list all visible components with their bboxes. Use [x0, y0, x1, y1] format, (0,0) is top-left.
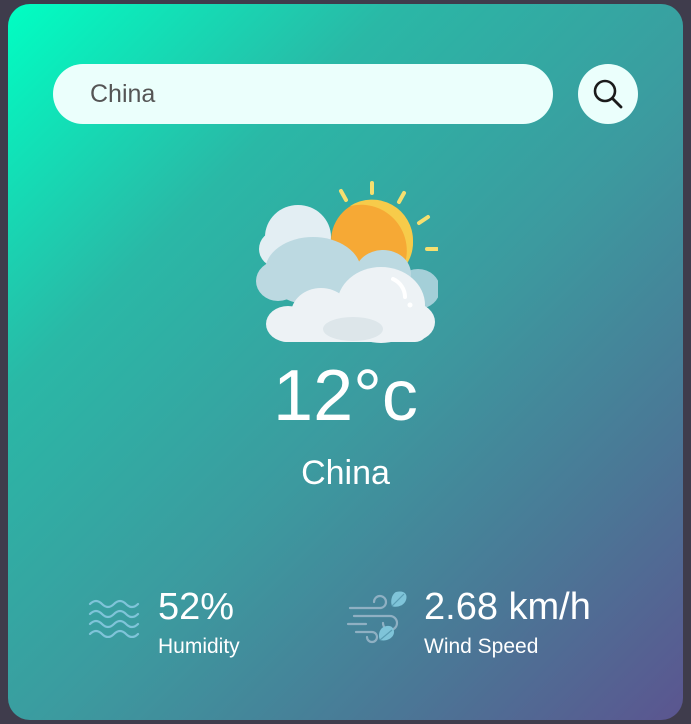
- wind-icon: [346, 591, 407, 644]
- temperature: 12°c: [273, 356, 418, 436]
- wind-speed-value: 2.68 km/h: [424, 586, 591, 628]
- humidity-waves-icon: [88, 599, 140, 638]
- search-icon: [593, 79, 623, 109]
- weather-card: 12°c China 52% Humidity 2.6: [8, 4, 683, 720]
- city-name: China: [301, 454, 390, 492]
- humidity-value: 52%: [158, 586, 235, 628]
- wind-stat: 2.68 km/h Wind Speed: [346, 586, 646, 666]
- humidity-stat: 52% Humidity: [88, 586, 308, 666]
- search-input[interactable]: [53, 64, 553, 124]
- search-button[interactable]: [578, 64, 638, 124]
- humidity-label: Humidity: [158, 635, 240, 658]
- partly-cloudy-sun-icon: [256, 181, 438, 343]
- wind-speed-label: Wind Speed: [424, 635, 539, 658]
